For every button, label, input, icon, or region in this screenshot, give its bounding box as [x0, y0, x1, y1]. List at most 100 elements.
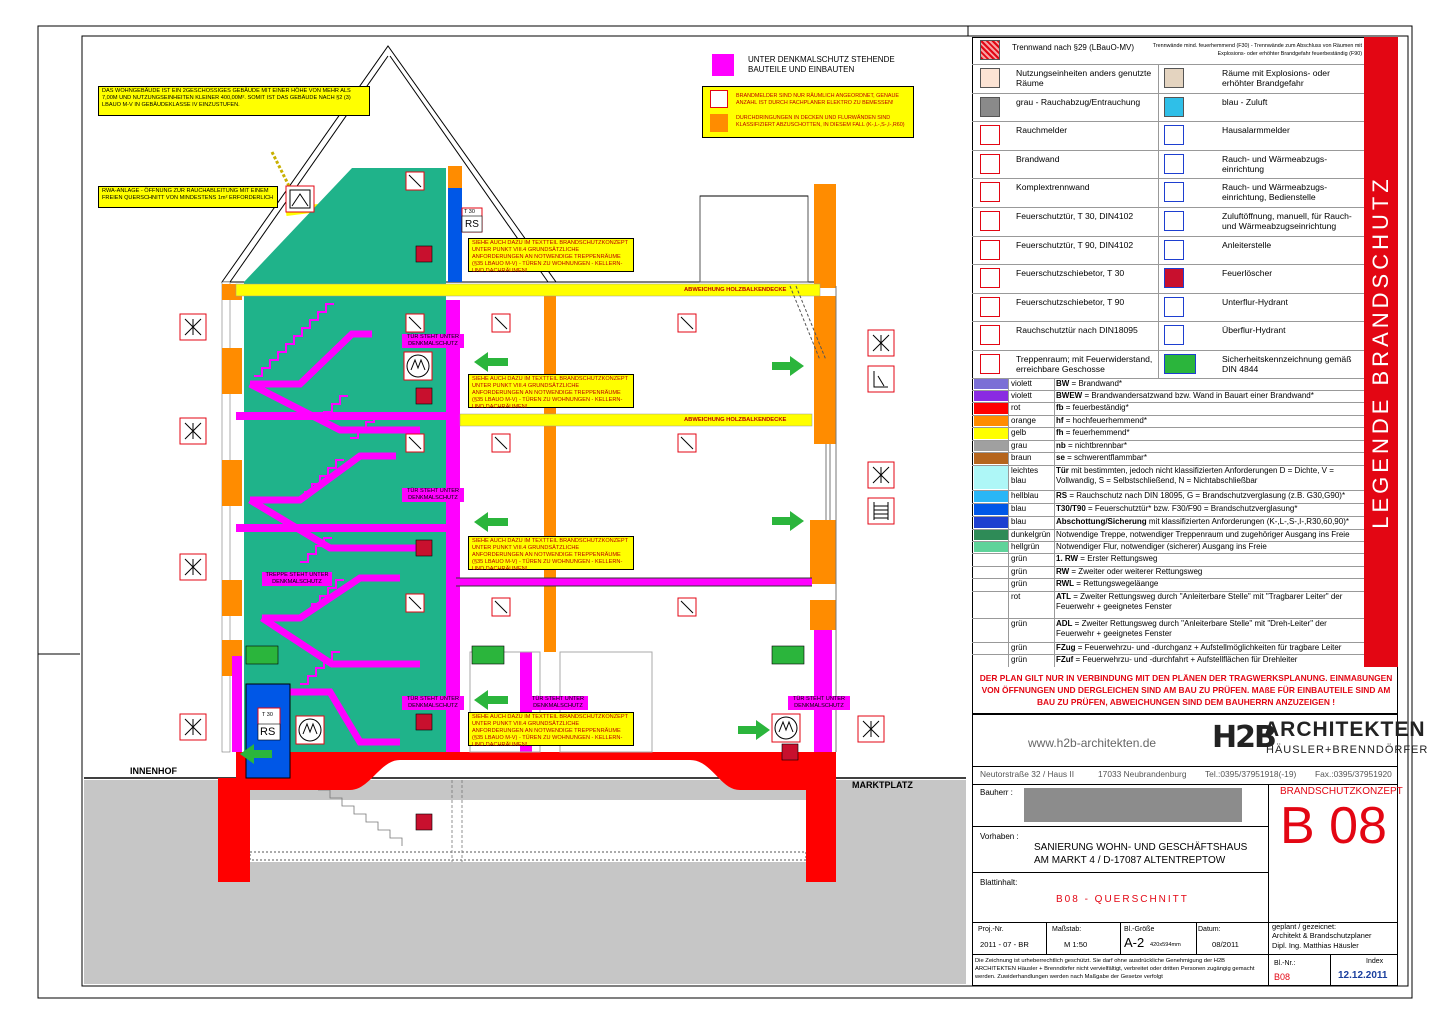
legend-color-code: T30/T90 — [1056, 504, 1086, 513]
legend-color-name: violett — [1011, 391, 1032, 400]
legend-color-code: RS — [1056, 491, 1068, 500]
legend-color-name: hellgrün — [1011, 542, 1040, 551]
legend-color-desc: 1. RW = Erster Rettungsweg — [1056, 554, 1362, 564]
vorhaben-line2: AM MARKT 4 / D-17087 ALTENTREPTOW — [1034, 855, 1226, 866]
legend-color-swatch — [974, 466, 1008, 489]
legend-color-name: braun — [1011, 453, 1032, 462]
legend-color-code: FZug — [1056, 643, 1076, 652]
legend-symbol-left-label: Komplextrennwand — [1016, 182, 1090, 193]
legend-color-desc: FZug = Feuerwehrzu- und -durchganz + Auf… — [1056, 643, 1362, 653]
legend-row-divider — [972, 149, 1364, 151]
legend-color-swatch — [974, 441, 1008, 451]
sheet-code: B 08 — [1280, 797, 1387, 855]
legend-symbol-right-icon — [1164, 182, 1184, 203]
address: Neutorstraße 32 / Haus II — [980, 769, 1075, 779]
legend-symbol-right-icon — [1164, 354, 1196, 374]
label-marktplatz: MARKTPLATZ — [852, 780, 913, 790]
legend-color-swatch — [974, 453, 1008, 464]
legend-symbol-left-icon — [980, 211, 1000, 231]
legend-color-text: = Erster Rettungsweg — [1078, 554, 1158, 563]
legend-color-desc: RW = Zweiter oder weiterer Rettungsweg — [1056, 567, 1362, 577]
durchdringung-swatch — [710, 114, 728, 132]
legend-color-swatch — [974, 416, 1008, 426]
blgroesse-small: 420x594mm — [1150, 942, 1181, 948]
legend-color-text: = Zweiter oder weiterer Rettungsweg — [1069, 567, 1203, 576]
legend-color-name: blau — [1011, 517, 1027, 526]
massstab: M 1:50 — [1064, 940, 1088, 949]
brandmelder-icon — [710, 90, 728, 108]
tb-vline-1 — [1046, 922, 1047, 954]
legend-row-divider — [972, 64, 1364, 65]
legend-color-swatch — [974, 491, 1008, 502]
legend-color-text: = hochfeuerhemmend* — [1063, 416, 1147, 425]
blnr-label: Bl.-Nr.: — [1274, 960, 1296, 967]
logo-sub: HÄUSLER+BRENNDÖRFER — [1266, 744, 1429, 756]
copyright: Die Zeichnung ist urheberrechtlich gesch… — [975, 958, 1255, 980]
legend-color-code: RWL — [1056, 579, 1075, 588]
legend-row-divider — [972, 92, 1364, 94]
legend-color-text: = nichtbrennbar* — [1065, 441, 1127, 450]
legend-row-divider — [972, 350, 1364, 351]
datum-label: Datum: — [1198, 926, 1221, 933]
legend-symbol-right-label: Feuerlöscher — [1222, 268, 1273, 279]
fax: Fax.:0395/37951920 — [1315, 769, 1392, 779]
legend-color-text: = Rettungswegeläange — [1074, 579, 1159, 588]
legend-color-swatch — [974, 542, 1008, 552]
bauherr-redacted — [1024, 788, 1242, 822]
legend-symbol-left-label: Feuerschutzschiebetor, T 30 — [1016, 268, 1125, 279]
vorhaben-line1: SANIERUNG WOHN- UND GESCHÄFTSHAUS — [1034, 842, 1248, 853]
legend-color-name: grün — [1011, 579, 1028, 588]
label-holzbalken-top: ABWEICHUNG HOLZBALKENDECKE — [684, 287, 787, 293]
legend-color-name: violett — [1011, 379, 1032, 388]
legend-color-name: grün — [1011, 643, 1028, 652]
legend-symbol-left-icon — [980, 354, 1000, 374]
legend-symbol-left-label: Feuerschutztür, T 90, DIN4102 — [1016, 239, 1134, 250]
legend-row-divider — [972, 292, 1364, 294]
legend-color-text: = schwerentflammbar* — [1064, 453, 1147, 462]
legend-color-swatch — [974, 517, 1008, 528]
tb-line-address — [972, 766, 1398, 767]
label-rs-top: RS — [465, 219, 479, 230]
legend-color-text: Notwendige Treppe, notwendiger Treppenra… — [1056, 530, 1350, 539]
legend-row-divider — [972, 235, 1364, 237]
label-holzbalken-mid: ABWEICHUNG HOLZBALKENDECKE — [684, 417, 787, 423]
legend-color-swatch — [974, 379, 1008, 389]
tb-vline-2 — [1120, 922, 1121, 954]
bauherr-label: Bauherr : — [980, 788, 1013, 797]
index-label: Index — [1366, 958, 1384, 965]
legend-color-name: rot — [1011, 592, 1021, 601]
legend-symbol-right-icon — [1164, 125, 1184, 146]
legend-color-code: RW — [1056, 567, 1070, 576]
legend-color-desc: ADL = Zweiter Rettungsweg durch "Anleite… — [1056, 619, 1362, 639]
note-treppenraum-3: SIEHE AUCH DAZU IM TEXTTEIL BRANDSCHUTZK… — [468, 374, 634, 410]
legend-symbol-left-icon — [980, 68, 1000, 88]
legend-color-desc: se = schwerentflammbar* — [1056, 453, 1362, 463]
legend-color-code: fb — [1056, 403, 1064, 412]
legend-color-code: BWEW — [1056, 391, 1083, 400]
blattinhalt-label: Blattinhalt: — [980, 878, 1018, 887]
legend-symbol-right-icon — [1164, 211, 1184, 231]
blgroesse: A-2 — [1124, 935, 1145, 950]
legend-color-text: = Feuerwehrzu- und -durchganz + Aufstell… — [1075, 643, 1342, 652]
label-t30-ground: T 30 — [262, 712, 273, 718]
label-t30-top: T 30 — [464, 209, 475, 215]
legend-symbol-left-label: Feuerschutzschiebetor, T 90 — [1016, 296, 1125, 307]
legend-symbol-left-label: grau - Rauchabzug/Entrauchung — [1016, 96, 1141, 107]
legend-row-divider — [972, 121, 1364, 123]
legend-symbol-right-icon — [1164, 68, 1184, 88]
tag-tuer-denkmal-1b: TÜR STEHT UNTER DENKMALSCHUTZ — [528, 696, 588, 710]
legend-color-code: 1. RW — [1056, 554, 1079, 563]
legend-symbol-left-icon — [980, 125, 1000, 146]
tag-tuer-denkmal-3: TÜR STEHT UNTER DENKMALSCHUTZ — [402, 334, 464, 348]
website: www.h2b-architekten.de — [1028, 736, 1157, 750]
tag-tuer-denkmal-1c: TÜR STEHT UNTER DENKMALSCHUTZ — [788, 696, 850, 710]
tag-tuer-denkmal-2: TÜR STEHT UNTER DENKMALSCHUTZ — [402, 488, 464, 502]
legend-color-code: nb — [1056, 441, 1066, 450]
legend-color-name: grün — [1011, 554, 1028, 563]
legend-color-desc: RS = Rauchschutz nach DIN 18095, G = Bra… — [1056, 491, 1362, 501]
tb-vline-main — [1268, 784, 1269, 986]
legend-color-name: dunkelgrün — [1011, 530, 1051, 539]
tag-treppe-denkmal: TREPPE STEHT UNTER DENKMALSCHUTZ — [262, 572, 332, 586]
legend-color-text: = feuerhemmend* — [1063, 428, 1130, 437]
legend-symbol-left-icon — [980, 96, 1000, 117]
